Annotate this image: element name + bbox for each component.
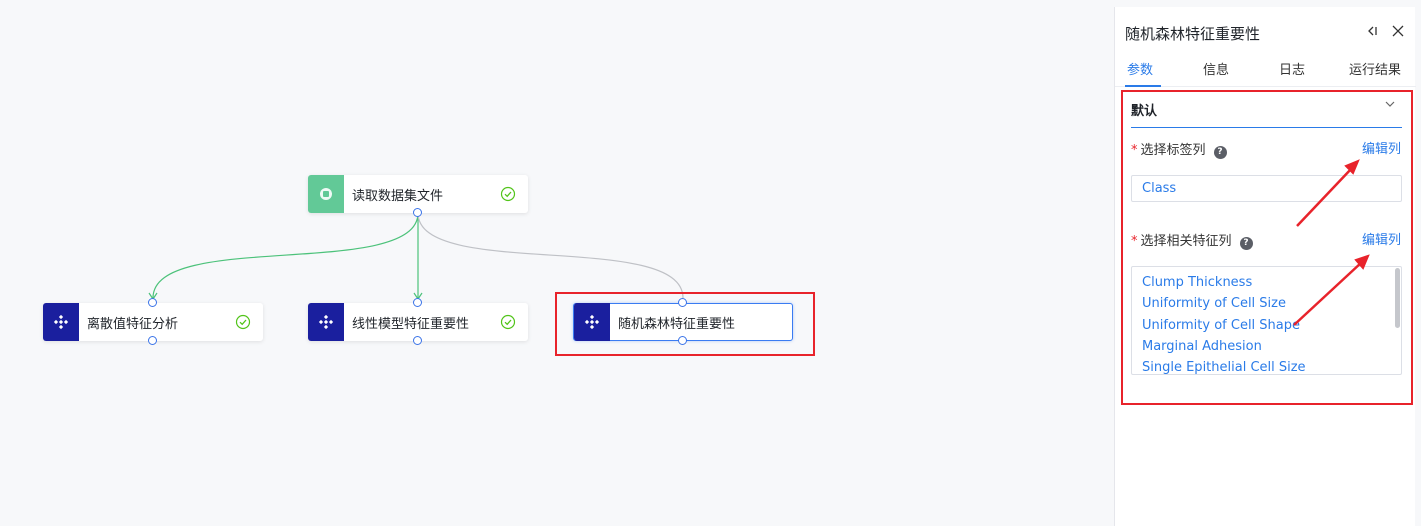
output-port[interactable] (148, 336, 157, 345)
feature-columns-list[interactable]: Clump Thickness Uniformity of Cell Size … (1131, 266, 1402, 375)
input-port[interactable] (678, 298, 687, 307)
component-icon (308, 303, 344, 341)
properties-panel: 随机森林特征重要性 参数 信息 日志 运行结果 默认 * 选择标签列? 编辑列 C… (1114, 7, 1416, 526)
node-label: 读取数据集文件 (352, 188, 444, 204)
workflow-canvas[interactable]: 读取数据集文件 离散值特征分析 线性模型特征重要性 随机森林特征重要性 (0, 0, 1114, 526)
section-title: 默认 (1131, 104, 1158, 119)
tab-params[interactable]: 参数 (1127, 59, 1153, 78)
node-label: 线性模型特征重要性 (352, 316, 470, 332)
output-port[interactable] (413, 336, 422, 345)
edge-read-to-rf[interactable] (417, 212, 684, 299)
feature-columns-field-label: * 选择相关特征列? (1131, 230, 1253, 250)
edit-feature-columns-link[interactable]: 编辑列 (1362, 229, 1401, 248)
list-item[interactable]: Single Epithelial Cell Size (1142, 357, 1401, 374)
component-icon (43, 303, 79, 341)
success-check-icon (500, 314, 516, 330)
tab-results[interactable]: 运行结果 (1349, 59, 1401, 78)
scrollbar[interactable] (1395, 268, 1400, 328)
panel-tabs: 参数 信息 日志 运行结果 (1115, 57, 1416, 87)
edges-layer (148, 212, 684, 301)
success-check-icon (500, 186, 516, 202)
node-label: 离散值特征分析 (87, 316, 179, 332)
required-mark: * (1131, 234, 1138, 249)
edge-read-to-outlier[interactable] (152, 212, 419, 299)
tab-info[interactable]: 信息 (1203, 59, 1229, 78)
label-column-value[interactable]: Class (1131, 175, 1402, 202)
list-item[interactable]: Uniformity of Cell Size (1142, 293, 1401, 314)
close-icon[interactable] (1389, 24, 1407, 42)
success-check-icon (235, 314, 251, 330)
output-port[interactable] (413, 208, 422, 217)
node-label: 随机森林特征重要性 (618, 316, 736, 332)
tab-log[interactable]: 日志 (1279, 59, 1305, 78)
output-port[interactable] (678, 336, 687, 345)
panel-title: 随机森林特征重要性 (1125, 25, 1261, 43)
input-port[interactable] (148, 298, 157, 307)
active-tab-indicator (1125, 85, 1161, 87)
label-column-text: 选择标签列 (1140, 143, 1206, 158)
chevron-down-icon (1384, 98, 1396, 113)
list-item[interactable]: Clump Thickness (1142, 272, 1401, 293)
dataset-icon (308, 175, 344, 213)
required-mark: * (1131, 143, 1138, 158)
edit-label-column-link[interactable]: 编辑列 (1362, 138, 1401, 157)
list-item[interactable]: Uniformity of Cell Shape (1142, 315, 1401, 336)
label-column-field-label: * 选择标签列? (1131, 139, 1227, 159)
feature-columns-text: 选择相关特征列 (1140, 234, 1232, 249)
input-port[interactable] (413, 298, 422, 307)
help-icon[interactable]: ? (1239, 237, 1253, 250)
component-icon (574, 303, 610, 341)
collapse-icon[interactable] (1363, 24, 1381, 42)
section-default-header[interactable]: 默认 (1131, 100, 1402, 128)
list-item[interactable]: Marginal Adhesion (1142, 336, 1401, 357)
help-icon[interactable]: ? (1213, 146, 1227, 159)
